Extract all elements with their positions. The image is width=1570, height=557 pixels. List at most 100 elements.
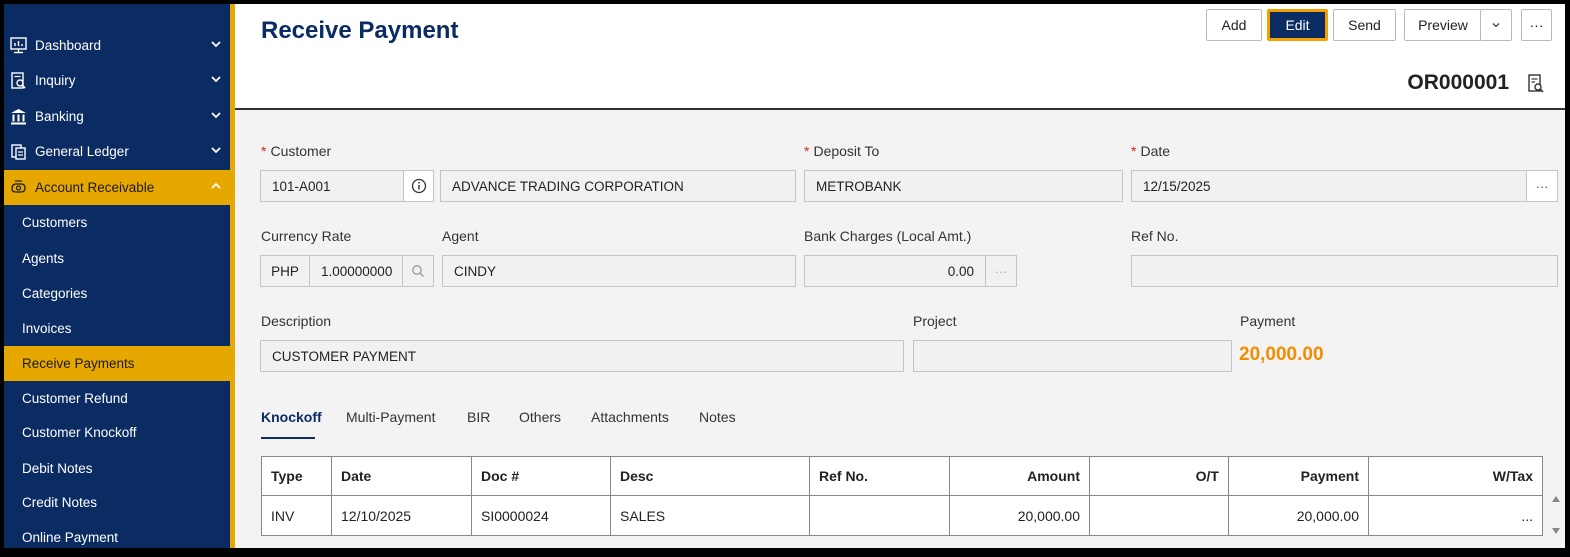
agent-label: Agent — [442, 228, 479, 244]
table-scrollbar[interactable] — [1551, 494, 1561, 538]
ref-no-label: Ref No. — [1131, 228, 1179, 244]
cell-desc: SALES — [610, 495, 810, 536]
chevron-down-icon — [211, 147, 221, 154]
column-header-ref-no[interactable]: Ref No. — [809, 456, 950, 496]
sidebar-item-label: Dashboard — [35, 38, 102, 53]
active-tab-indicator — [261, 437, 315, 439]
column-header-amount[interactable]: Amount — [949, 456, 1090, 496]
dashboard-icon — [9, 37, 27, 55]
chevron-down-icon — [211, 41, 221, 48]
ledger-icon — [9, 143, 27, 161]
sidebar-item-general-ledger[interactable]: General Ledger — [4, 134, 230, 169]
document-number: OR000001 — [1407, 71, 1509, 94]
sidebar-item-label: Banking — [35, 109, 84, 124]
cell-ot — [1089, 495, 1229, 536]
description-label: Description — [261, 313, 332, 329]
date-label: * Date — [1131, 143, 1171, 159]
knockoff-table: Type Date Doc # Desc Ref No. Amount O/T … — [261, 456, 1543, 536]
table-row[interactable]: INV 12/10/2025 SI0000024 SALES 20,000.00… — [261, 495, 1543, 536]
tab-knockoff[interactable]: Knockoff — [261, 409, 322, 425]
tab-others[interactable]: Others — [519, 409, 561, 425]
agent-field[interactable]: CINDY — [442, 255, 796, 287]
sidebar-item-banking[interactable]: Banking — [4, 99, 230, 134]
payment-amount: 20,000.00 — [1239, 344, 1324, 365]
currency-rate-label: Currency Rate — [261, 228, 352, 244]
cell-doc-link[interactable]: SI0000024 — [471, 495, 611, 536]
page-header: Receive Payment Add Edit Send Preview ··… — [235, 4, 1565, 110]
main-content: Receive Payment Add Edit Send Preview ··… — [235, 4, 1565, 548]
sidebar-subitem-categories[interactable]: Categories — [4, 276, 230, 311]
chevron-down-icon — [211, 76, 221, 83]
cell-wtax[interactable]: ... — [1368, 495, 1543, 536]
sidebar-item-label: Account Receivable — [35, 180, 155, 195]
edit-button[interactable]: Edit — [1267, 9, 1328, 41]
table-header-row: Type Date Doc # Desc Ref No. Amount O/T … — [261, 456, 1543, 496]
cell-ref-no — [809, 495, 950, 536]
payment-label: Payment — [1240, 313, 1296, 329]
sidebar-item-account-receivable[interactable]: Account Receivable — [4, 170, 230, 205]
column-header-doc[interactable]: Doc # — [471, 456, 611, 496]
customer-info-button[interactable] — [403, 170, 434, 202]
currency-code-field[interactable]: PHP — [260, 255, 310, 287]
column-header-date[interactable]: Date — [331, 456, 472, 496]
bank-charges-more-button[interactable]: ··· — [985, 255, 1017, 287]
ref-no-field[interactable] — [1131, 255, 1558, 287]
sidebar-subitem-customer-refund[interactable]: Customer Refund — [4, 381, 230, 416]
date-field[interactable]: 12/15/2025 — [1131, 170, 1527, 202]
preview-button[interactable]: Preview — [1404, 9, 1481, 41]
column-header-payment[interactable]: Payment — [1228, 456, 1369, 496]
tab-bir[interactable]: BIR — [467, 409, 490, 425]
sidebar-subitem-customer-knockoff[interactable]: Customer Knockoff — [4, 415, 230, 450]
project-field[interactable] — [913, 340, 1232, 372]
customer-name-field[interactable]: ADVANCE TRADING CORPORATION — [440, 170, 796, 202]
column-header-desc[interactable]: Desc — [610, 456, 810, 496]
sidebar-subitem-debit-notes[interactable]: Debit Notes — [4, 451, 230, 486]
sidebar-subitem-agents[interactable]: Agents — [4, 241, 230, 276]
bank-icon — [9, 108, 27, 126]
cell-date: 12/10/2025 — [331, 495, 472, 536]
sidebar-subitem-online-payment[interactable]: Online Payment — [4, 520, 230, 555]
currency-search-button[interactable] — [402, 255, 434, 287]
sidebar-item-inquiry[interactable]: Inquiry — [4, 63, 230, 98]
sidebar-item-label: Inquiry — [35, 73, 76, 88]
chevron-up-icon — [211, 182, 221, 189]
cell-payment[interactable]: 20,000.00 — [1228, 495, 1369, 536]
customer-label: * Customer — [261, 143, 332, 159]
send-button[interactable]: Send — [1333, 9, 1396, 41]
payment-form: * Customer 101-A001 ADVANCE TRADING CORPO… — [235, 110, 1565, 548]
bank-charges-label: Bank Charges (Local Amt.) — [804, 228, 972, 244]
chevron-down-icon — [1492, 23, 1500, 28]
bank-charges-field[interactable]: 0.00 — [804, 255, 986, 287]
column-header-wtax[interactable]: W/Tax — [1368, 456, 1543, 496]
inquiry-icon — [9, 72, 27, 90]
currency-rate-field[interactable]: 1.00000000 — [309, 255, 403, 287]
sidebar-subitem-receive-payments[interactable]: Receive Payments — [4, 346, 230, 381]
more-options-button[interactable]: ··· — [1521, 9, 1552, 41]
tab-multi-payment[interactable]: Multi-Payment — [346, 409, 435, 425]
receivable-icon — [9, 179, 27, 197]
add-button[interactable]: Add — [1206, 9, 1262, 41]
deposit-to-field[interactable]: METROBANK — [804, 170, 1123, 202]
sidebar-subitem-credit-notes[interactable]: Credit Notes — [4, 485, 230, 520]
tab-attachments[interactable]: Attachments — [591, 409, 669, 425]
date-picker-button[interactable]: ··· — [1526, 170, 1558, 202]
column-header-ot[interactable]: O/T — [1089, 456, 1229, 496]
sidebar-subitem-invoices[interactable]: Invoices — [4, 311, 230, 346]
project-label: Project — [913, 313, 957, 329]
deposit-to-label: * Deposit To — [804, 143, 880, 159]
search-icon — [412, 265, 424, 277]
cell-type: INV — [261, 495, 332, 536]
chevron-down-icon — [211, 112, 221, 119]
customer-code-field[interactable]: 101-A001 — [260, 170, 404, 202]
document-search-icon[interactable] — [1527, 74, 1545, 94]
page-title: Receive Payment — [261, 17, 459, 44]
cell-amount: 20,000.00 — [949, 495, 1090, 536]
column-header-type[interactable]: Type — [261, 456, 332, 496]
sidebar-item-dashboard[interactable]: Dashboard — [4, 28, 230, 63]
preview-dropdown-button[interactable] — [1480, 9, 1512, 41]
sidebar: Dashboard Inquiry Banking General Ledger… — [4, 4, 230, 548]
description-field[interactable]: CUSTOMER PAYMENT — [260, 340, 904, 372]
sidebar-subitem-customers[interactable]: Customers — [4, 205, 230, 240]
tab-notes[interactable]: Notes — [699, 409, 736, 425]
info-icon — [411, 178, 426, 194]
